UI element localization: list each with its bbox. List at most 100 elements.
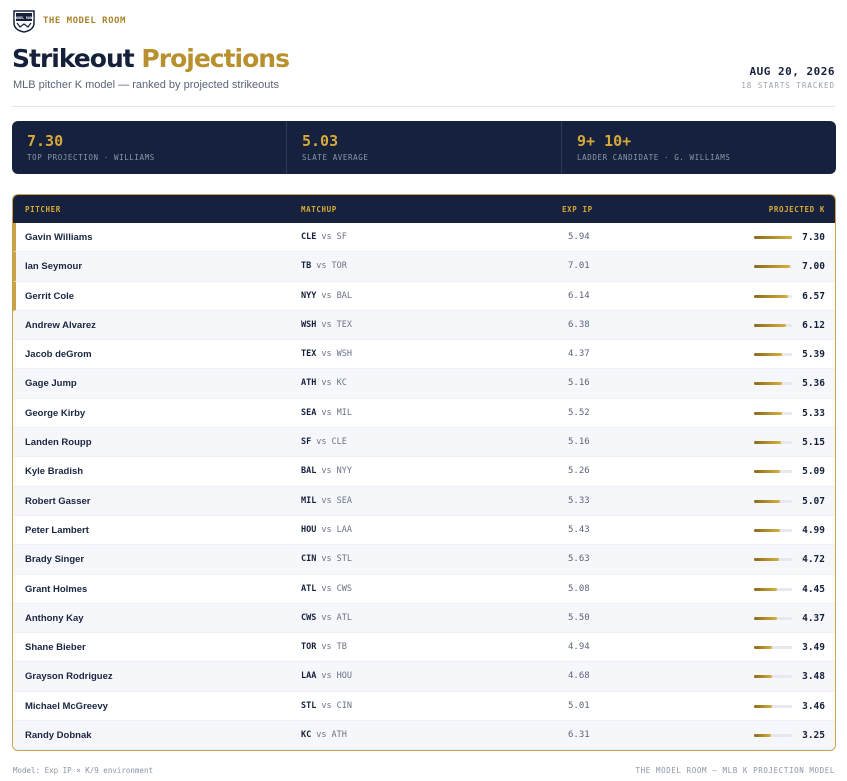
opponent-abbr: TEX xyxy=(336,319,352,330)
k-bar-track xyxy=(754,323,792,327)
matchup: MIL vs SEA xyxy=(301,496,352,506)
table-row[interactable]: Peter Lambert HOU vs LAA 5.43 4.99 xyxy=(13,516,835,546)
stat-value: 5.03 xyxy=(302,132,339,150)
team-abbr: KC xyxy=(301,730,312,741)
matchup: SEA vs MIL xyxy=(301,408,352,418)
exp-ip-value: 5.26 xyxy=(568,466,590,477)
exp-ip-value: 5.33 xyxy=(568,495,590,506)
table-row[interactable]: Grayson Rodriguez LAA vs HOU 4.68 3.48 xyxy=(13,662,835,692)
matchup: BAL vs NYY xyxy=(301,466,352,476)
opponent-abbr: ATL xyxy=(336,612,352,623)
projected-k-value: 7.30 xyxy=(802,232,825,243)
exp-ip-value: 5.16 xyxy=(568,378,590,389)
team-abbr: ATH xyxy=(301,378,317,389)
opponent-abbr: NYY xyxy=(336,466,352,477)
table-row[interactable]: Gage Jump ATH vs KC 5.16 5.36 xyxy=(13,369,835,399)
column-header-projected-k[interactable]: PROJECTED K xyxy=(769,205,825,214)
projected-k-value: 6.57 xyxy=(802,290,825,302)
k-bar-fill xyxy=(754,528,780,532)
pitcher-name: Kyle Bradish xyxy=(25,466,84,478)
table-row[interactable]: Randy Dobnak KC vs ATH 6.31 3.25 xyxy=(13,721,835,750)
projected-k-value: 3.25 xyxy=(802,730,825,742)
exp-ip-value: 6.31 xyxy=(568,730,590,741)
exp-ip-value: 5.52 xyxy=(568,407,590,418)
projected-k-value: 7.00 xyxy=(802,261,825,273)
opponent-abbr: STL xyxy=(336,554,352,565)
team-abbr: TOR xyxy=(301,642,317,653)
pitcher-name: Gavin Williams xyxy=(25,232,93,243)
vs-label: vs xyxy=(321,524,332,535)
team-abbr: BAL xyxy=(301,466,317,477)
stat-top-projection: 7.30 TOP PROJECTION · WILLIAMS xyxy=(12,121,287,174)
opponent-abbr: TOR xyxy=(331,261,347,272)
team-abbr: TEX xyxy=(301,349,317,360)
pitcher-name: Shane Bieber xyxy=(25,642,86,654)
column-header-matchup[interactable]: MATCHUP xyxy=(301,205,337,214)
table-row[interactable]: Jacob deGrom TEX vs WSH 4.37 5.39 xyxy=(13,340,835,370)
shield-logo-icon: MODEL ROOM xyxy=(13,10,35,33)
column-header-pitcher[interactable]: PITCHER xyxy=(25,205,61,214)
opponent-abbr: WSH xyxy=(336,349,352,360)
pitcher-name: Gage Jump xyxy=(25,378,77,390)
k-bar-track xyxy=(754,382,792,386)
projected-k-value: 4.37 xyxy=(802,612,825,624)
title-part-2: Projections xyxy=(141,44,290,73)
vs-label: vs xyxy=(321,407,332,418)
k-bar-fill xyxy=(754,616,777,620)
opponent-abbr: HOU xyxy=(336,671,352,682)
table-row[interactable]: Gavin Williams CLE vs SF 5.94 7.30 xyxy=(13,223,835,253)
projected-k-value: 5.36 xyxy=(802,378,825,390)
exp-ip-value: 7.01 xyxy=(568,261,590,272)
k-bar-track xyxy=(754,265,792,269)
k-bar-track xyxy=(754,646,792,650)
k-bar-fill xyxy=(754,323,786,327)
table-row[interactable]: Kyle Bradish BAL vs NYY 5.26 5.09 xyxy=(13,457,835,487)
page-title: Strikeout Projections xyxy=(12,44,290,73)
pitcher-name: Michael McGreevy xyxy=(25,700,108,712)
opponent-abbr: BAL xyxy=(336,290,352,301)
stats-bar: 7.30 TOP PROJECTION · WILLIAMS 5.03 SLAT… xyxy=(12,121,836,174)
exp-ip-value: 5.08 xyxy=(568,583,590,594)
table-row[interactable]: George Kirby SEA vs MIL 5.52 5.33 xyxy=(13,399,835,429)
pitcher-name: Brady Singer xyxy=(25,554,85,566)
title-part-1: Strikeout xyxy=(12,44,135,73)
table-row[interactable]: Robert Gasser MIL vs SEA 5.33 5.07 xyxy=(13,486,835,516)
table-row[interactable]: Gerrit Cole NYY vs BAL 6.14 6.57 xyxy=(13,281,835,311)
table-row[interactable]: Shane Bieber TOR vs TB 4.94 3.49 xyxy=(13,633,835,663)
table-row[interactable]: Andrew Alvarez WSH vs TEX 6.38 6.12 xyxy=(13,310,835,341)
projections-table: PITCHER MATCHUP EXP IP PROJECTED K Gavin… xyxy=(12,194,836,751)
stat-slate-average: 5.03 SLATE AVERAGE xyxy=(287,121,562,174)
k-bar-track xyxy=(754,616,792,620)
k-bar-track xyxy=(754,470,792,474)
stat-ladder-candidate: 9+ 10+ LADDER CANDIDATE · G. WILLIAMS xyxy=(562,121,836,174)
vs-label: vs xyxy=(321,612,332,623)
projected-k-value: 5.09 xyxy=(802,466,825,478)
table-row[interactable]: Michael McGreevy STL vs CIN 5.01 3.46 xyxy=(13,692,835,722)
exp-ip-value: 5.16 xyxy=(568,437,590,448)
projected-k-value: 6.12 xyxy=(802,319,825,331)
page-subtitle: MLB pitcher K model — ranked by projecte… xyxy=(13,79,279,91)
table-row[interactable]: Ian Seymour TB vs TOR 7.01 7.00 xyxy=(13,252,835,282)
table-row[interactable]: Anthony Kay CWS vs ATL 5.50 4.37 xyxy=(13,603,835,634)
table-row[interactable]: Brady Singer CIN vs STL 5.63 4.72 xyxy=(13,545,835,575)
matchup: NYY vs BAL xyxy=(301,291,352,301)
table-row[interactable]: Landen Roupp SF vs CLE 5.16 5.15 xyxy=(13,428,835,458)
k-bar-track xyxy=(754,587,792,591)
exp-ip-value: 6.14 xyxy=(568,290,590,301)
k-bar-fill xyxy=(754,353,783,357)
vs-label: vs xyxy=(321,642,332,653)
column-header-exp-ip[interactable]: EXP IP xyxy=(562,205,593,214)
vs-label: vs xyxy=(321,232,332,242)
matchup: ATH vs KC xyxy=(301,378,347,388)
pitcher-name: Anthony Kay xyxy=(25,612,84,624)
k-bar-fill xyxy=(754,734,771,738)
exp-ip-value: 4.94 xyxy=(568,642,590,653)
team-abbr: SF xyxy=(301,437,312,448)
k-bar-fill xyxy=(754,265,791,269)
opponent-abbr: SF xyxy=(336,232,347,242)
stat-value: 7.30 xyxy=(27,132,64,150)
projected-k-value: 3.46 xyxy=(802,700,825,712)
projected-k-value: 5.33 xyxy=(802,407,825,419)
brand: MODEL ROOM THE MODEL ROOM xyxy=(13,9,126,33)
table-row[interactable]: Grant Holmes ATL vs CWS 5.08 4.45 xyxy=(13,575,835,604)
